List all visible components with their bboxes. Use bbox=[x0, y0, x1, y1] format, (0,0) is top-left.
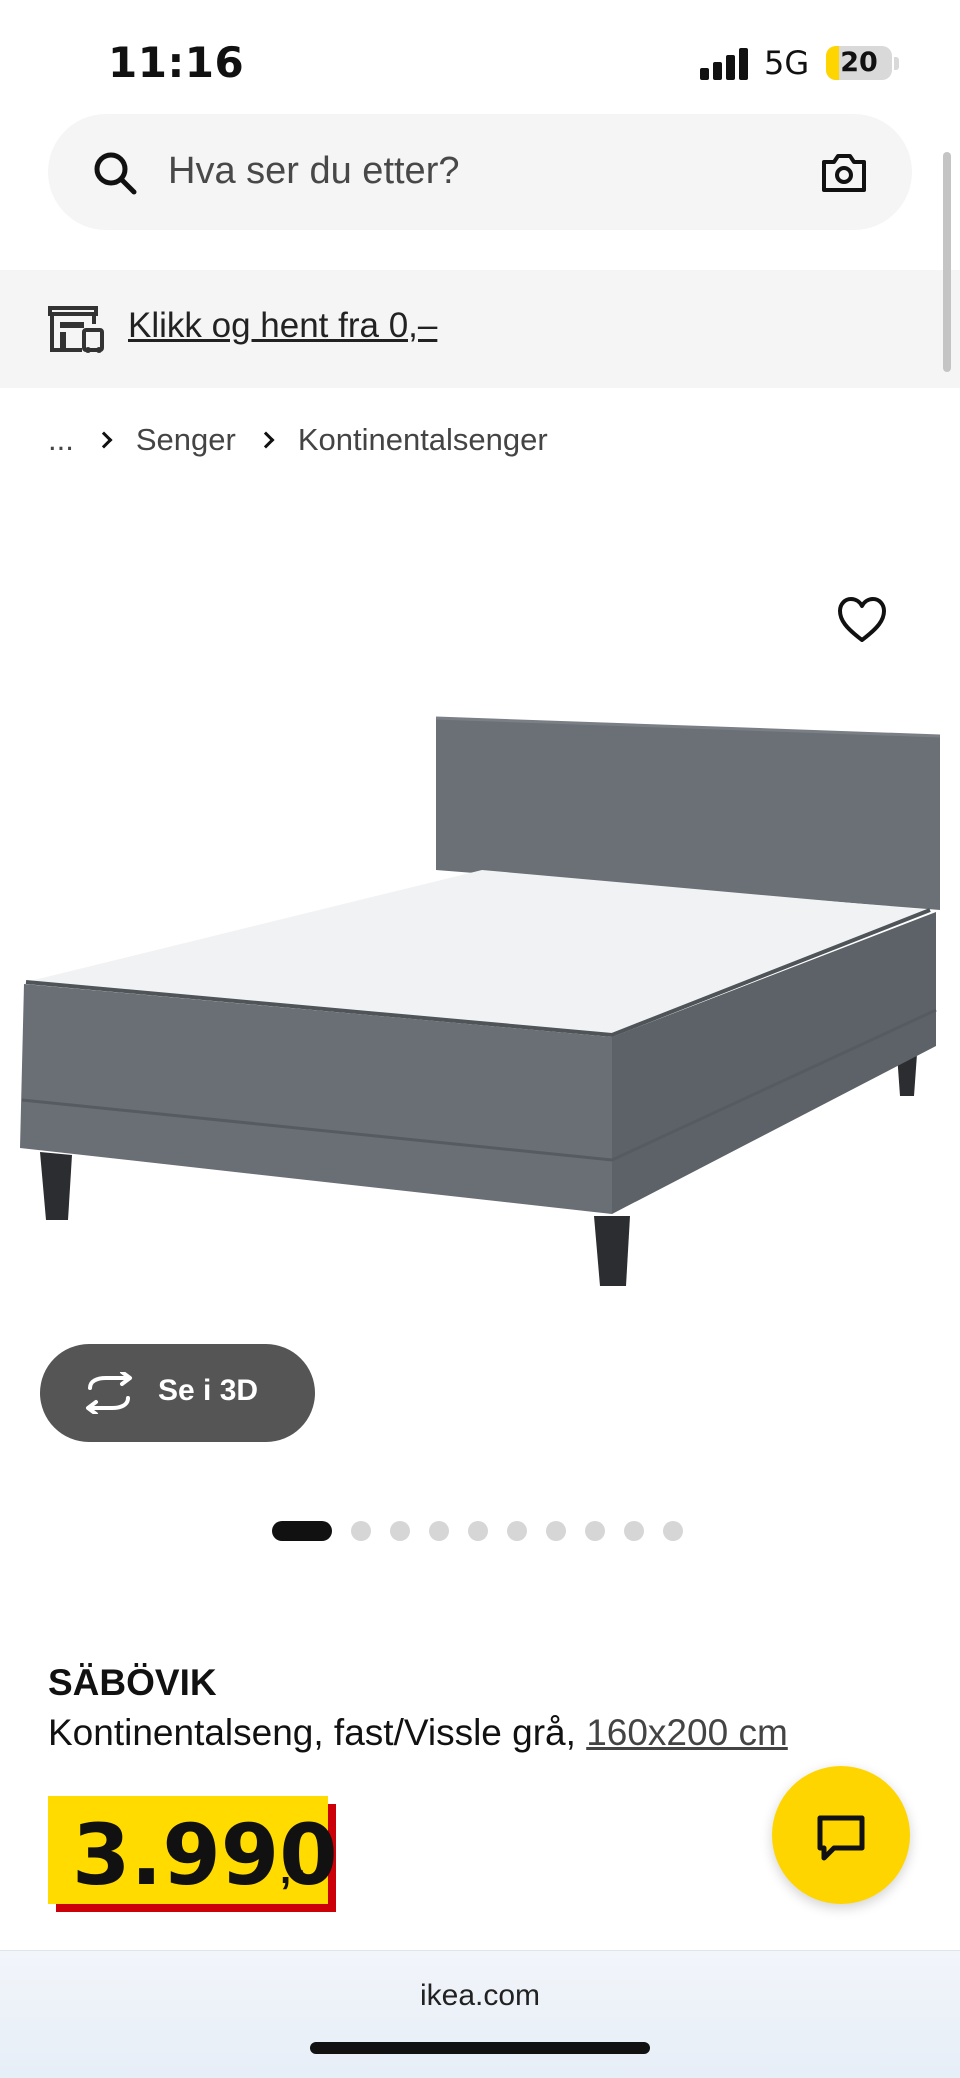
product-description-text: Kontinentalseng, fast/Vissle grå, bbox=[48, 1712, 576, 1753]
browser-url[interactable]: ikea.com bbox=[0, 1979, 960, 2013]
price-suffix: ,- bbox=[280, 1848, 305, 1892]
search-input[interactable]: Hva ser du etter? bbox=[168, 150, 459, 193]
battery-level: 20 bbox=[840, 47, 878, 78]
carousel-dot-active[interactable] bbox=[272, 1521, 332, 1541]
search-bar[interactable]: Hva ser du etter? bbox=[48, 114, 912, 230]
network-type: 5G bbox=[764, 44, 810, 82]
chevron-right-icon bbox=[257, 431, 275, 449]
rotate-3d-icon bbox=[86, 1372, 132, 1414]
browser-url-bar[interactable]: ikea.com bbox=[0, 1950, 960, 2078]
chevron-right-icon bbox=[95, 431, 113, 449]
carousel-dot[interactable] bbox=[468, 1521, 488, 1541]
battery-icon: 20 bbox=[826, 46, 892, 80]
product-name: SÄBÖVIK bbox=[48, 1662, 217, 1703]
heart-icon[interactable] bbox=[836, 594, 888, 646]
carousel-indicator[interactable] bbox=[272, 1518, 702, 1544]
breadcrumb-kontinentalsenger[interactable]: Kontinentalsenger bbox=[298, 422, 548, 458]
carousel-dot[interactable] bbox=[663, 1521, 683, 1541]
carousel-dot[interactable] bbox=[429, 1521, 449, 1541]
home-indicator[interactable] bbox=[310, 2042, 650, 2054]
product-size-link[interactable]: 160x200 cm bbox=[586, 1712, 788, 1753]
click-collect-banner[interactable]: Klikk og hent fra 0,– bbox=[0, 270, 960, 388]
breadcrumb-ellipsis[interactable]: ... bbox=[48, 422, 74, 458]
price-tag-box: 3.990 ,- bbox=[48, 1796, 338, 1904]
search-icon bbox=[94, 152, 137, 195]
battery-tip bbox=[894, 57, 899, 70]
status-bar: 11:16 5G 20 bbox=[0, 0, 960, 110]
store-icon bbox=[48, 306, 104, 353]
view-3d-label: Se i 3D bbox=[158, 1374, 259, 1407]
signal-icon bbox=[700, 46, 752, 80]
chat-button[interactable] bbox=[772, 1766, 910, 1904]
scrollbar[interactable] bbox=[943, 152, 951, 372]
carousel-dot[interactable] bbox=[546, 1521, 566, 1541]
carousel-dot[interactable] bbox=[390, 1521, 410, 1541]
status-time: 11:16 bbox=[108, 38, 245, 87]
breadcrumb-senger[interactable]: Senger bbox=[136, 422, 236, 458]
page: 11:16 5G 20 Hva ser du etter? Klikk og h… bbox=[0, 0, 960, 2078]
click-collect-link[interactable]: Klikk og hent fra 0,– bbox=[128, 306, 437, 346]
breadcrumb: ... Senger Kontinentalsenger bbox=[48, 420, 548, 460]
carousel-dot[interactable] bbox=[507, 1521, 527, 1541]
carousel-dot[interactable] bbox=[351, 1521, 371, 1541]
product-image[interactable] bbox=[0, 540, 960, 1340]
product-description: Kontinentalseng, fast/Vissle grå, 160x20… bbox=[48, 1712, 788, 1754]
carousel-dot[interactable] bbox=[624, 1521, 644, 1541]
camera-icon[interactable] bbox=[820, 150, 868, 194]
view-3d-button[interactable]: Se i 3D bbox=[40, 1344, 315, 1442]
chat-icon bbox=[817, 1815, 865, 1861]
carousel-dot[interactable] bbox=[585, 1521, 605, 1541]
